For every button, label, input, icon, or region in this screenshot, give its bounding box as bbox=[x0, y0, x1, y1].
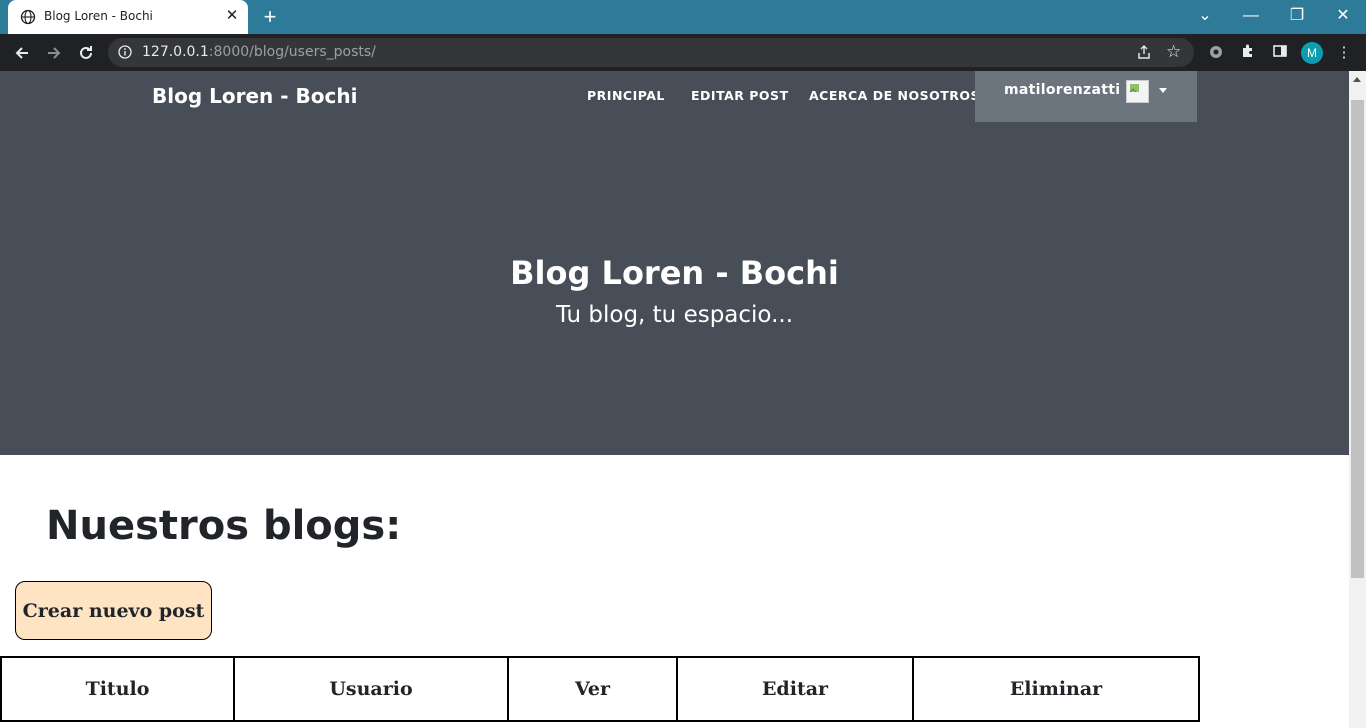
tab-search-icon[interactable]: ⌄ bbox=[1182, 0, 1228, 34]
table-header-row: Titulo Usuario Ver Editar Eliminar bbox=[0, 656, 1200, 722]
nav-link-editar-post[interactable]: EDITAR POST bbox=[691, 88, 789, 103]
page-viewport: Blog Loren - Bochi PRINCIPAL EDITAR POST… bbox=[0, 71, 1349, 728]
page-title: Nuestros blogs: bbox=[46, 503, 402, 549]
hero-header: Blog Loren - Bochi PRINCIPAL EDITAR POST… bbox=[0, 71, 1349, 455]
page-scrollbar[interactable] bbox=[1349, 71, 1366, 728]
chevron-down-icon bbox=[1159, 88, 1167, 93]
column-header-titulo: Titulo bbox=[0, 656, 235, 722]
nav-link-acerca[interactable]: ACERCA DE NOSOTROS bbox=[809, 88, 980, 103]
window-close-button[interactable]: ✕ bbox=[1320, 0, 1366, 34]
hero-title: Blog Loren - Bochi bbox=[510, 254, 839, 292]
new-tab-button[interactable]: + bbox=[258, 6, 282, 28]
forward-arrow-icon[interactable] bbox=[41, 40, 67, 66]
navbar-brand[interactable]: Blog Loren - Bochi bbox=[152, 84, 357, 108]
create-post-button[interactable]: Crear nuevo post bbox=[15, 581, 212, 640]
user-avatar-image bbox=[1126, 80, 1149, 103]
address-bar[interactable]: 127.0.0.1:8000/blog/users_posts/ ☆ bbox=[108, 38, 1194, 67]
column-header-eliminar: Eliminar bbox=[912, 656, 1200, 722]
reload-icon[interactable] bbox=[73, 40, 99, 66]
scroll-up-icon[interactable] bbox=[1353, 77, 1361, 82]
column-header-ver: Ver bbox=[507, 656, 678, 722]
extension-icon[interactable] bbox=[1206, 43, 1226, 63]
column-header-editar: Editar bbox=[676, 656, 914, 722]
site-info-icon[interactable] bbox=[118, 45, 132, 59]
hero-subtitle: Tu blog, tu espacio... bbox=[555, 302, 794, 328]
menu-dots-icon[interactable]: ⋮ bbox=[1334, 43, 1354, 63]
username-label: matilorenzatti bbox=[1004, 82, 1121, 98]
user-dropdown[interactable]: matilorenzatti bbox=[975, 71, 1197, 122]
share-icon[interactable] bbox=[1136, 44, 1154, 62]
profile-avatar[interactable]: M bbox=[1301, 42, 1323, 64]
side-panel-icon[interactable] bbox=[1270, 43, 1290, 63]
bookmark-star-icon[interactable]: ☆ bbox=[1166, 42, 1184, 61]
minimize-button[interactable]: — bbox=[1228, 0, 1274, 34]
url-text: 127.0.0.1:8000/blog/users_posts/ bbox=[142, 44, 376, 60]
extensions-puzzle-icon[interactable] bbox=[1238, 43, 1258, 63]
tab-title: Blog Loren - Bochi bbox=[44, 9, 153, 23]
posts-table: Titulo Usuario Ver Editar Eliminar bbox=[0, 656, 1200, 722]
tab-close-icon[interactable]: ✕ bbox=[224, 8, 240, 24]
restore-button[interactable]: ❐ bbox=[1274, 0, 1320, 34]
browser-tab[interactable]: Blog Loren - Bochi ✕ bbox=[8, 0, 248, 34]
back-arrow-icon[interactable] bbox=[9, 40, 35, 66]
url-host: 127.0.0.1 bbox=[142, 44, 209, 60]
browser-tab-strip: Blog Loren - Bochi ✕ + ⌄ — ❐ ✕ bbox=[0, 0, 1366, 34]
column-header-usuario: Usuario bbox=[233, 656, 509, 722]
globe-icon bbox=[20, 9, 36, 25]
browser-toolbar: 127.0.0.1:8000/blog/users_posts/ ☆ M ⋮ bbox=[0, 34, 1366, 71]
scrollbar-thumb[interactable] bbox=[1351, 100, 1364, 578]
url-path: :8000/blog/users_posts/ bbox=[208, 44, 376, 60]
nav-link-principal[interactable]: PRINCIPAL bbox=[587, 88, 665, 103]
